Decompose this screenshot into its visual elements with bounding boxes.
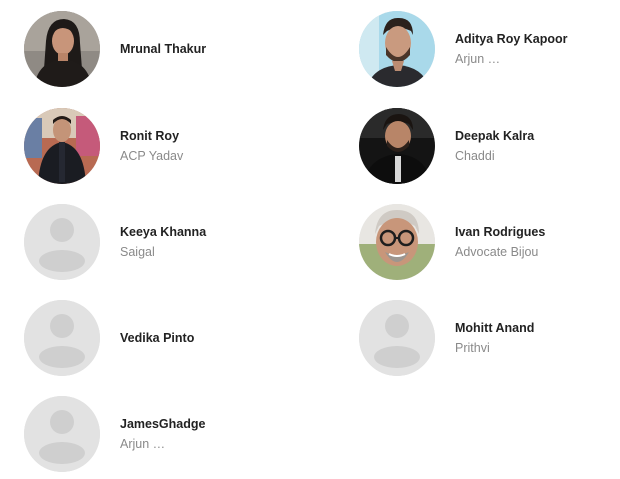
portrait-man-icon — [359, 11, 435, 87]
cast-card-jamesghadge[interactable]: JamesGhadge Arjun … — [24, 394, 304, 474]
cast-name[interactable]: Vedika Pinto — [120, 330, 194, 346]
cast-name[interactable]: Mrunal Thakur — [120, 41, 206, 57]
cast-card-mohitt-anand[interactable]: Mohitt Anand Prithvi — [359, 298, 620, 378]
portrait-woman-icon — [24, 11, 100, 87]
cast-name[interactable]: Keeya Khanna — [120, 224, 206, 240]
cast-role: Arjun … — [120, 437, 166, 451]
portrait-man-icon — [359, 108, 435, 184]
cast-photo — [24, 108, 100, 184]
person-placeholder-icon — [24, 396, 100, 472]
cast-role: Saigal — [120, 245, 155, 259]
cast-role: ACP Yadav — [120, 149, 184, 163]
cast-card-keeya-khanna[interactable]: Keeya Khanna Saigal — [24, 202, 304, 282]
portrait-man-glasses-icon — [359, 204, 435, 280]
cast-name[interactable]: JamesGhadge — [120, 416, 205, 432]
cast-name[interactable]: Deepak Kalra — [455, 128, 534, 144]
person-placeholder-icon — [24, 300, 100, 376]
cast-photo — [359, 108, 435, 184]
cast-photo — [359, 11, 435, 87]
cast-card-mrunal-thakur[interactable]: Mrunal Thakur — [24, 9, 304, 89]
portrait-man-icon — [24, 108, 100, 184]
cast-photo — [24, 300, 100, 376]
cast-photo — [359, 300, 435, 376]
cast-card-deepak-kalra[interactable]: Deepak Kalra Chaddi — [359, 106, 620, 186]
cast-role: Prithvi — [455, 341, 490, 355]
cast-photo — [359, 204, 435, 280]
person-placeholder-icon — [24, 204, 100, 280]
cast-role: Advocate Bijou — [455, 245, 539, 259]
cast-name[interactable]: Ivan Rodrigues — [455, 224, 545, 240]
cast-card-vedika-pinto[interactable]: Vedika Pinto — [24, 298, 304, 378]
cast-role: Chaddi — [455, 149, 495, 163]
cast-card-ivan-rodrigues[interactable]: Ivan Rodrigues Advocate Bijou — [359, 202, 620, 282]
cast-role: Arjun … — [455, 52, 501, 66]
cast-card-ronit-roy[interactable]: Ronit Roy ACP Yadav — [24, 106, 304, 186]
cast-name[interactable]: Mohitt Anand — [455, 320, 534, 336]
cast-name[interactable]: Aditya Roy Kapoor — [455, 31, 568, 47]
cast-list: Mrunal Thakur Aditya Roy Kapoor Arjun … — [0, 0, 620, 479]
cast-photo — [24, 11, 100, 87]
cast-name[interactable]: Ronit Roy — [120, 128, 183, 144]
person-placeholder-icon — [359, 300, 435, 376]
cast-card-aditya-roy-kapoor[interactable]: Aditya Roy Kapoor Arjun … — [359, 9, 620, 89]
cast-photo — [24, 204, 100, 280]
cast-photo — [24, 396, 100, 472]
